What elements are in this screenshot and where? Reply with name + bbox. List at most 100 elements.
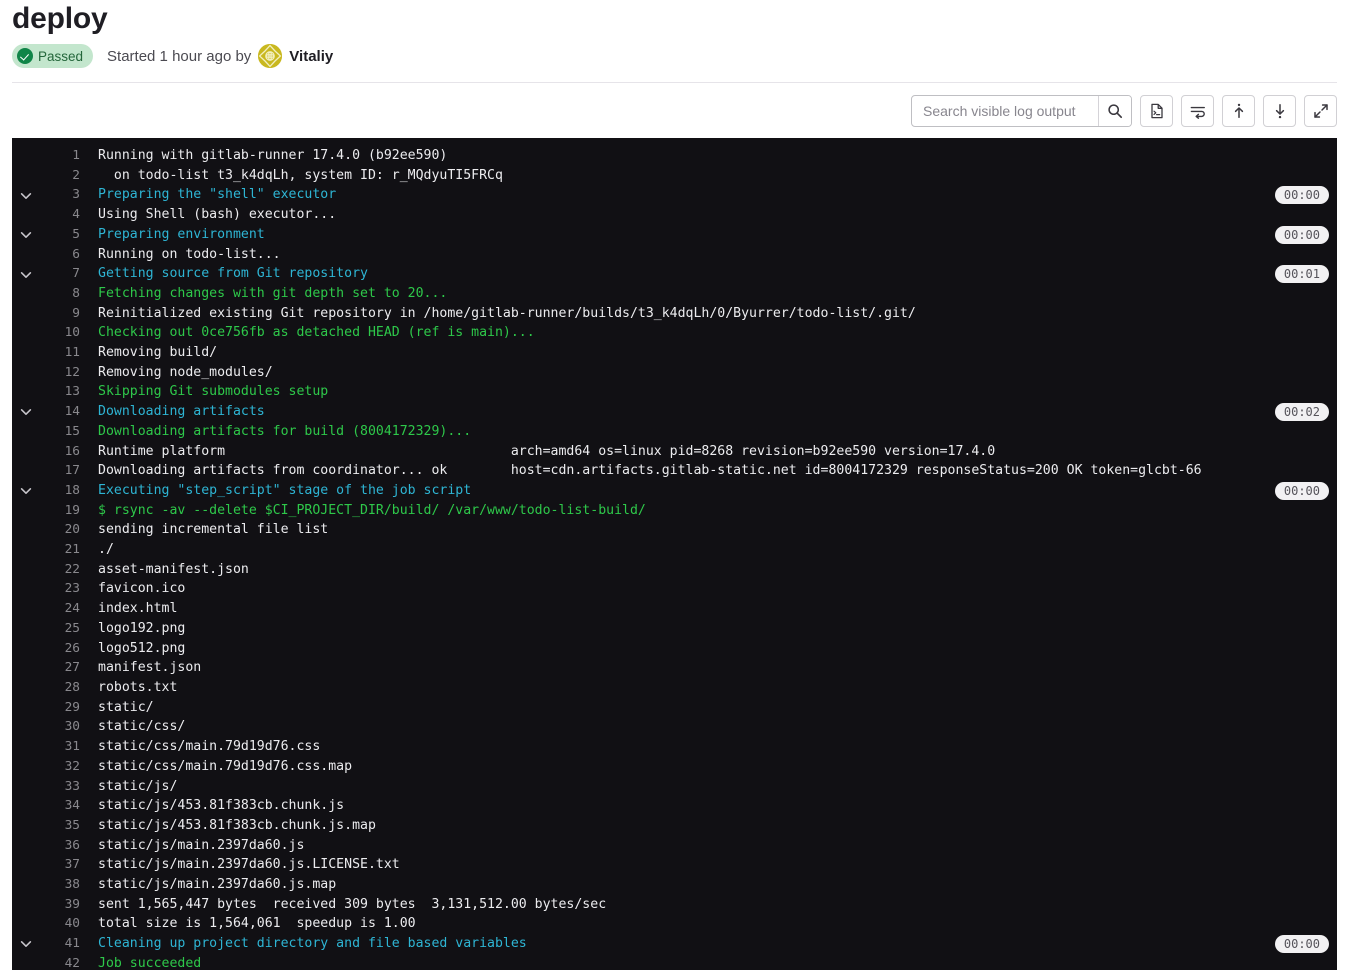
log-line-number[interactable]: 8 [40,284,88,304]
log-line: 3 Preparing the "shell" executor 00:00 [12,185,1337,205]
log-line: 15 Downloading artifacts for build (80041… [12,422,1337,442]
log-line-text: on todo-list t3_k4dqLh, system ID: r_MQd… [98,167,503,183]
log-line-number[interactable]: 15 [40,422,88,442]
log-line-text: logo512.png [98,640,186,656]
log-line-number[interactable]: 9 [40,304,88,324]
log-line-number[interactable]: 2 [40,166,88,186]
log-line: 22 asset-manifest.json [12,560,1337,580]
log-line: 17 Downloading artifacts from coordinator… [12,461,1337,481]
log-line-number[interactable]: 16 [40,442,88,462]
fullscreen-button[interactable] [1304,94,1337,127]
log-line-number[interactable]: 24 [40,599,88,619]
job-log-panel[interactable]: 1 Running with gitlab-runner 17.4.0 (b92e… [12,138,1337,970]
log-line-number[interactable]: 14 [40,402,88,422]
log-line-number[interactable]: 37 [40,855,88,875]
log-line-number[interactable]: 6 [40,245,88,265]
log-line-number[interactable]: 27 [40,658,88,678]
log-line-number[interactable]: 10 [40,323,88,343]
chevron-down-icon[interactable] [12,481,40,501]
log-line-number[interactable]: 30 [40,717,88,737]
log-line-number[interactable]: 36 [40,836,88,856]
log-line-number[interactable]: 11 [40,343,88,363]
log-line-number[interactable]: 40 [40,914,88,934]
log-line-number[interactable]: 5 [40,225,88,245]
log-line-number[interactable]: 3 [40,185,88,205]
log-line: 42 Job succeeded [12,954,1337,970]
log-line: 2 on todo-list t3_k4dqLh, system ID: r_M… [12,166,1337,186]
log-line: 30 static/css/ [12,717,1337,737]
job-log-page: deploy Passed Started 1 hour ago by Vita… [0,0,1349,970]
log-line: 28 robots.txt [12,678,1337,698]
scroll-to-top-button[interactable] [1222,94,1255,127]
log-line-number[interactable]: 35 [40,816,88,836]
chevron-down-icon[interactable] [12,402,40,422]
log-line-number[interactable]: 26 [40,639,88,659]
log-line-text: Preparing environment [98,226,265,242]
log-line: 25 logo192.png [12,619,1337,639]
log-line-text: Running on todo-list... [98,246,281,262]
log-line-number[interactable]: 34 [40,796,88,816]
log-line-text: Reinitialized existing Git repository in… [98,305,916,321]
job-user-link[interactable]: Vitaliy [289,48,333,65]
log-line-text: static/js/main.2397da60.js [98,837,305,853]
log-line-text: favicon.ico [98,581,186,597]
log-search-group[interactable] [911,94,1132,127]
soft-wrap-button[interactable] [1181,94,1214,127]
log-line-number[interactable]: 1 [40,146,88,166]
log-line-number[interactable]: 23 [40,579,88,599]
log-line-text: ./ [98,542,114,558]
chevron-down-icon[interactable] [12,934,40,954]
log-line-number[interactable]: 18 [40,481,88,501]
log-line-text: static/js/453.81f383cb.chunk.js [98,798,345,814]
search-input[interactable] [912,95,1098,126]
log-line-text: Removing node_modules/ [98,364,273,380]
log-line-number[interactable]: 7 [40,264,88,284]
search-button[interactable] [1098,95,1131,126]
log-line: 36 static/js/main.2397da60.js [12,836,1337,856]
log-line-text: Checking out 0ce756fb as detached HEAD (… [98,325,535,341]
chevron-down-icon[interactable] [12,185,40,205]
log-line-number[interactable]: 28 [40,678,88,698]
log-line-text: $ rsync -av --delete $CI_PROJECT_DIR/bui… [98,502,646,518]
job-started-text: Started 1 hour ago by Vitaliy [107,44,333,68]
log-line: 21 ./ [12,540,1337,560]
log-line-text: Using Shell (bash) executor... [98,207,337,223]
log-line-number[interactable]: 17 [40,461,88,481]
log-line-number[interactable]: 29 [40,698,88,718]
log-line-number[interactable]: 31 [40,737,88,757]
log-line: 6 Running on todo-list... [12,245,1337,265]
log-line-number[interactable]: 20 [40,520,88,540]
log-line-number[interactable]: 33 [40,777,88,797]
section-duration-badge: 00:01 [1274,265,1329,284]
log-line-number[interactable]: 12 [40,363,88,383]
log-line: 9 Reinitialized existing Git repository i… [12,304,1337,324]
log-line-number[interactable]: 4 [40,205,88,225]
log-line-number[interactable]: 22 [40,560,88,580]
log-line-number[interactable]: 32 [40,757,88,777]
job-meta-row: Passed Started 1 hour ago by Vitaliy [12,43,1337,69]
check-circle-icon [17,48,33,64]
log-line: 33 static/js/ [12,777,1337,797]
log-line: 4 Using Shell (bash) executor... [12,205,1337,225]
log-line-number[interactable]: 41 [40,934,88,954]
log-line-text: Downloading artifacts from coordinator..… [98,463,1202,479]
started-label: Started 1 hour ago by [107,47,252,65]
log-line-text: Removing build/ [98,345,218,361]
log-line-number[interactable]: 13 [40,382,88,402]
log-line: 8 Fetching changes with git depth set to … [12,284,1337,304]
log-line-text: index.html [98,601,178,617]
log-line-number[interactable]: 42 [40,954,88,970]
raw-log-button[interactable] [1140,94,1173,127]
log-line-number[interactable]: 38 [40,875,88,895]
log-line-number[interactable]: 19 [40,501,88,521]
log-line-number[interactable]: 39 [40,895,88,915]
chevron-down-icon[interactable] [12,264,40,284]
log-line: 40 total size is 1,564,061 speedup is 1.0… [12,914,1337,934]
log-line-number[interactable]: 21 [40,540,88,560]
log-line-number[interactable]: 25 [40,619,88,639]
status-badge: Passed [12,44,94,68]
chevron-down-icon[interactable] [12,225,40,245]
log-toolbar [12,82,1337,138]
scroll-to-bottom-button[interactable] [1263,94,1296,127]
avatar[interactable] [258,44,283,68]
